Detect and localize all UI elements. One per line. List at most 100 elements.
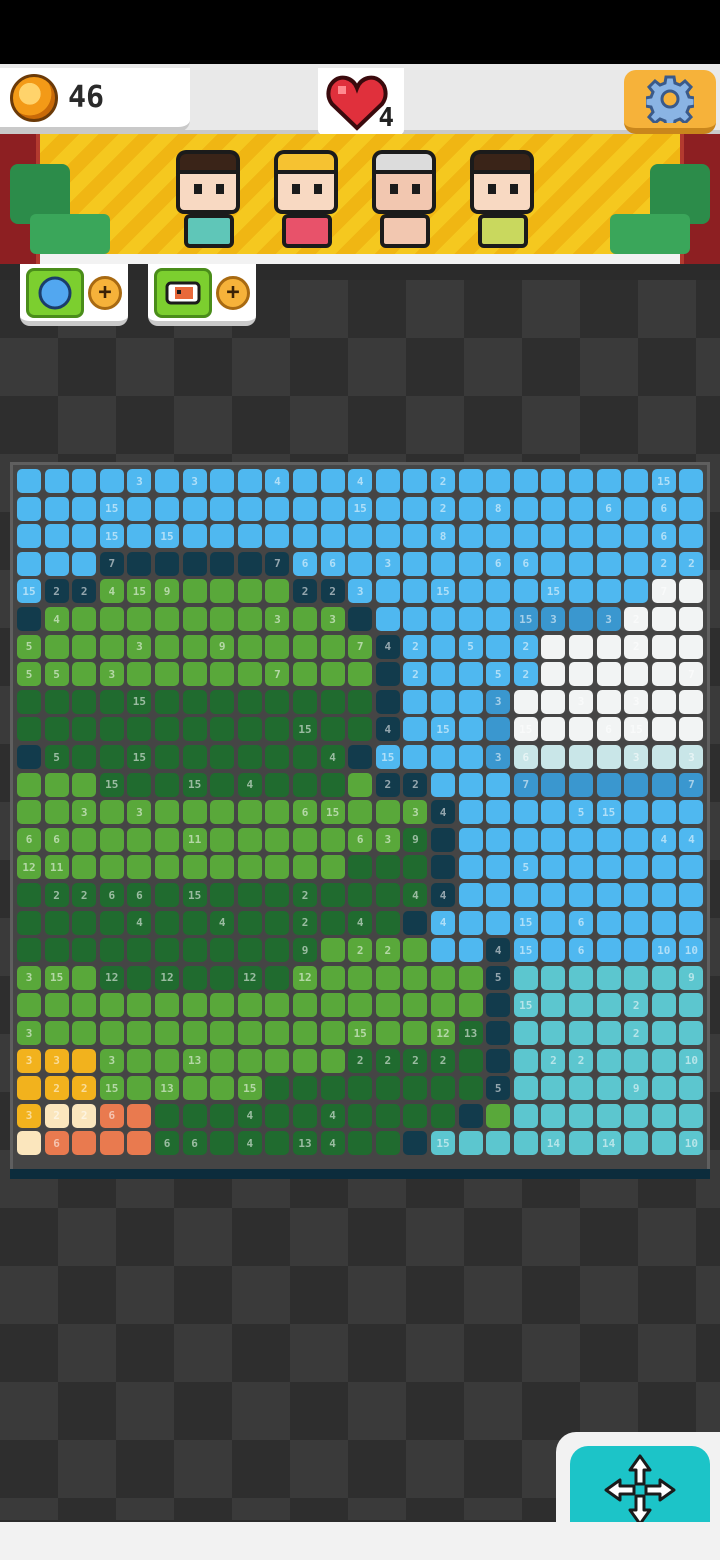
grid-cell[interactable] xyxy=(320,662,345,687)
grid-cell[interactable] xyxy=(127,524,152,549)
grid-cell[interactable]: 3 xyxy=(624,745,649,769)
grid-cell[interactable] xyxy=(293,607,317,631)
grid-cell[interactable]: 6 xyxy=(513,551,538,576)
grid-cell[interactable]: 6 xyxy=(44,827,69,852)
grid-cell[interactable] xyxy=(348,772,373,797)
grid-cell[interactable] xyxy=(596,469,621,493)
grid-cell[interactable] xyxy=(679,689,704,714)
grid-cell[interactable]: 12 xyxy=(293,965,317,990)
grid-cell[interactable] xyxy=(210,827,235,852)
grid-cell[interactable] xyxy=(265,1021,290,1045)
grid-cell[interactable] xyxy=(541,910,566,935)
grid-cell[interactable] xyxy=(651,855,676,880)
grid-cell[interactable] xyxy=(348,965,373,990)
grid-cell[interactable] xyxy=(569,855,593,880)
grid-cell[interactable] xyxy=(375,883,400,907)
grid-cell[interactable] xyxy=(513,689,538,714)
grid-cell[interactable]: 15 xyxy=(431,1131,455,1156)
grid-cell[interactable] xyxy=(596,1076,621,1101)
grid-cell[interactable]: 3 xyxy=(182,469,207,493)
grid-cell[interactable] xyxy=(513,800,538,825)
grid-cell[interactable] xyxy=(403,910,428,935)
grid-cell[interactable] xyxy=(679,634,704,659)
grid-cell[interactable] xyxy=(486,855,511,880)
grid-cell[interactable] xyxy=(127,1103,152,1128)
grid-cell[interactable]: 2 xyxy=(679,551,704,576)
grid-cell[interactable] xyxy=(348,1103,373,1128)
grid-cell[interactable] xyxy=(624,883,649,907)
grid-cell[interactable] xyxy=(651,1021,676,1045)
grid-cell[interactable]: 2 xyxy=(403,662,428,687)
grid-cell[interactable] xyxy=(320,965,345,990)
grid-cell[interactable] xyxy=(127,1021,152,1045)
grid-cell[interactable] xyxy=(320,772,345,797)
grid-cell[interactable] xyxy=(237,910,262,935)
grid-cell[interactable]: 3 xyxy=(127,469,152,493)
grid-cell[interactable]: 2 xyxy=(375,1048,400,1073)
grid-cell[interactable] xyxy=(182,717,207,742)
grid-cell[interactable] xyxy=(210,993,235,1018)
grid-cell[interactable] xyxy=(651,1048,676,1073)
grid-cell[interactable] xyxy=(596,551,621,576)
grid-cell[interactable] xyxy=(541,938,566,963)
grid-cell[interactable] xyxy=(348,524,373,549)
grid-cell[interactable] xyxy=(99,607,124,631)
grid-cell[interactable]: 6 xyxy=(596,496,621,521)
grid-cell[interactable] xyxy=(458,910,483,935)
grid-cell[interactable]: 6 xyxy=(182,1131,207,1156)
grid-cell[interactable]: 6 xyxy=(320,551,345,576)
grid-cell[interactable] xyxy=(624,827,649,852)
grid-cell[interactable]: 6 xyxy=(513,745,538,769)
grid-cell[interactable]: 13 xyxy=(182,1048,207,1073)
grid-cell[interactable] xyxy=(486,1048,511,1073)
grid-cell[interactable]: 15 xyxy=(541,579,566,604)
grid-cell[interactable] xyxy=(541,800,566,825)
grid-cell[interactable]: 2 xyxy=(624,1021,649,1045)
grid-cell[interactable]: 15 xyxy=(624,717,649,742)
grid-cell[interactable] xyxy=(237,607,262,631)
grid-cell[interactable] xyxy=(320,993,345,1018)
grid-cell[interactable] xyxy=(403,993,428,1018)
grid-cell[interactable] xyxy=(458,938,483,963)
grid-cell[interactable] xyxy=(431,965,455,990)
grid-cell[interactable] xyxy=(237,496,262,521)
grid-cell[interactable] xyxy=(569,551,593,576)
grid-cell[interactable] xyxy=(596,1021,621,1045)
grid-cell[interactable]: 3 xyxy=(320,607,345,631)
grid-cell[interactable] xyxy=(182,1021,207,1045)
grid-cell[interactable] xyxy=(458,745,483,769)
add-compass-button[interactable]: + xyxy=(88,275,122,310)
grid-cell[interactable] xyxy=(182,800,207,825)
grid-cell[interactable] xyxy=(375,496,400,521)
grid-cell[interactable] xyxy=(679,910,704,935)
grid-cell[interactable]: 2 xyxy=(431,1048,455,1073)
grid-cell[interactable] xyxy=(265,938,290,963)
grid-cell[interactable] xyxy=(237,1048,262,1073)
grid-cell[interactable] xyxy=(431,855,455,880)
grid-cell[interactable] xyxy=(320,1076,345,1101)
grid-cell[interactable]: 2 xyxy=(651,551,676,576)
grid-cell[interactable]: 2 xyxy=(624,634,649,659)
grid-cell[interactable]: 2 xyxy=(624,607,649,631)
grid-cell[interactable] xyxy=(403,745,428,769)
grid-cell[interactable] xyxy=(596,634,621,659)
grid-cell[interactable]: 4 xyxy=(99,579,124,604)
grid-cell[interactable] xyxy=(44,717,69,742)
grid-cell[interactable] xyxy=(293,855,317,880)
grid-cell[interactable] xyxy=(293,662,317,687)
grid-cell[interactable] xyxy=(596,579,621,604)
grid-cell[interactable] xyxy=(127,717,152,742)
grid-cell[interactable] xyxy=(293,827,317,852)
grid-cell[interactable] xyxy=(403,496,428,521)
grid-cell[interactable]: 3 xyxy=(375,551,400,576)
grid-cell[interactable]: 3 xyxy=(348,579,373,604)
grid-cell[interactable]: 2 xyxy=(375,772,400,797)
grid-cell[interactable] xyxy=(458,607,483,631)
grid-cell[interactable] xyxy=(155,1048,179,1073)
grid-cell[interactable] xyxy=(348,745,373,769)
grid-cell[interactable] xyxy=(569,469,593,493)
grid-cell[interactable] xyxy=(541,717,566,742)
grid-cell[interactable] xyxy=(72,717,97,742)
grid-cell[interactable] xyxy=(155,634,179,659)
grid-cell[interactable]: 4 xyxy=(375,634,400,659)
